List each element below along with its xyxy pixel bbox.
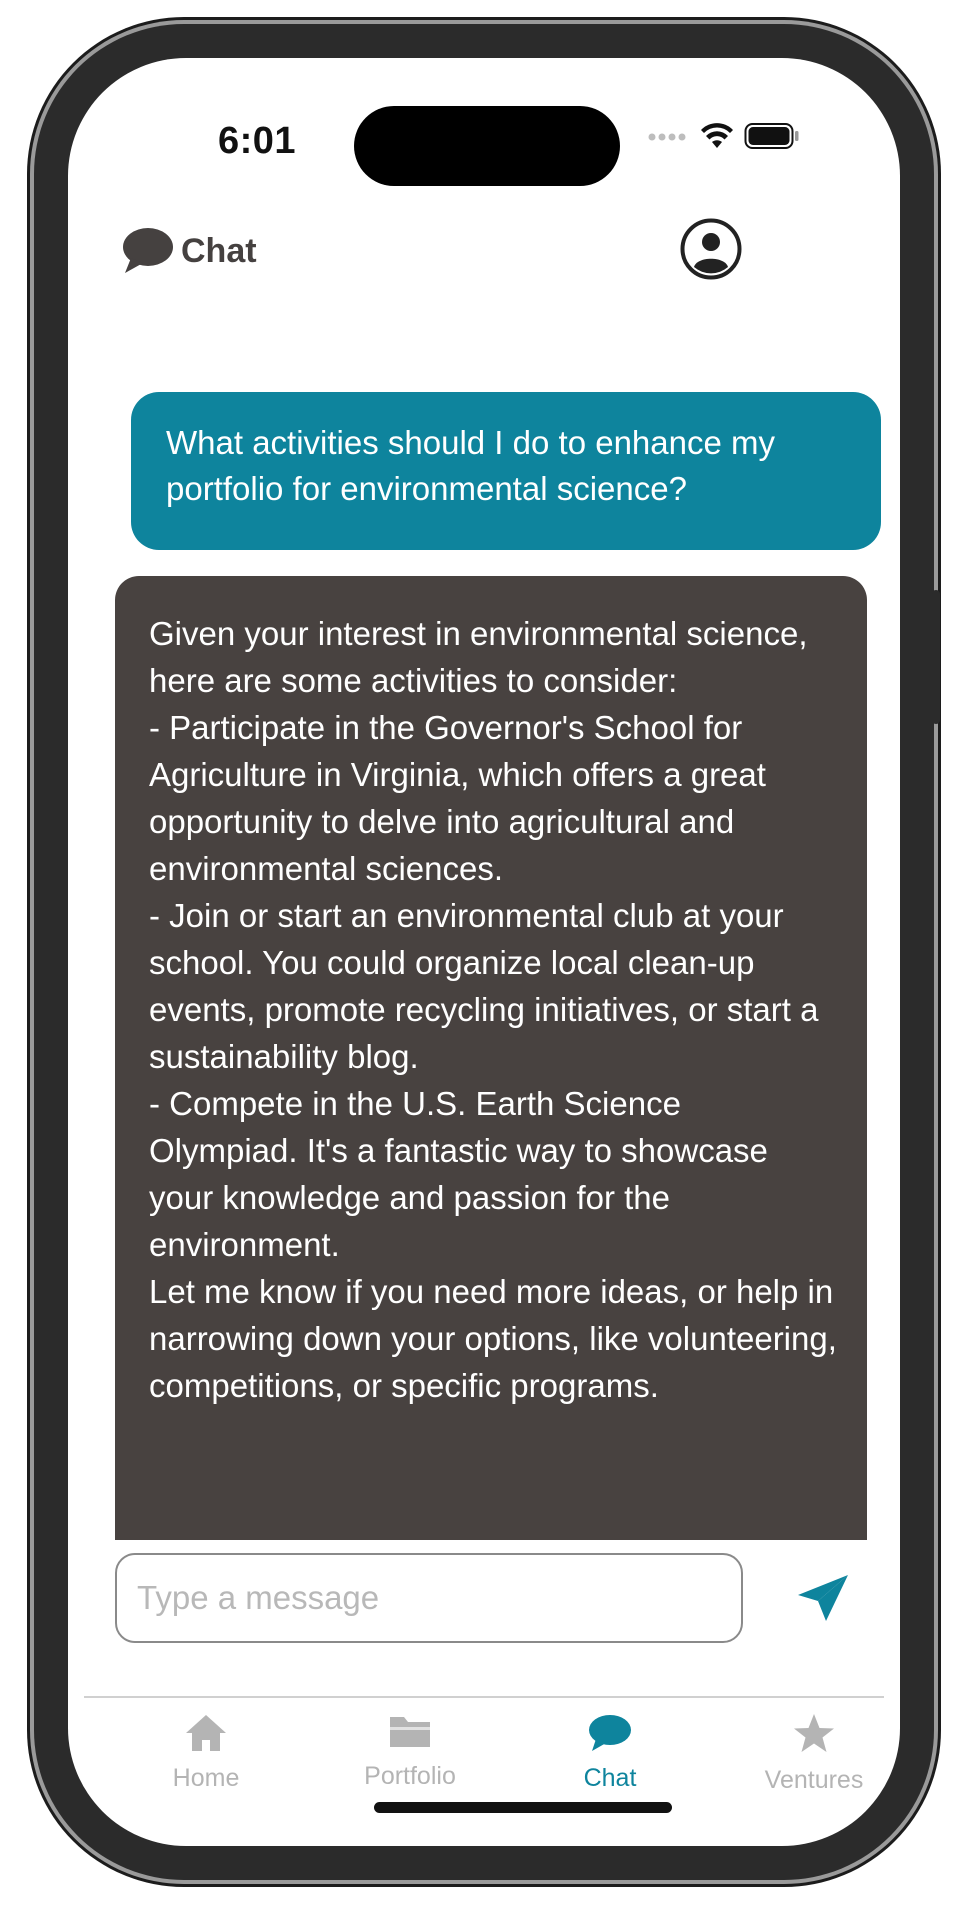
tab-portfolio[interactable]: Portfolio bbox=[320, 1713, 500, 1791]
status-time: 6:01 bbox=[218, 120, 297, 162]
message-input[interactable] bbox=[115, 1553, 743, 1643]
folder-icon bbox=[390, 1717, 430, 1747]
battery-icon bbox=[744, 123, 799, 149]
wifi-icon bbox=[701, 123, 733, 148]
assistant-message-bubble: Given your interest in environmental sci… bbox=[115, 576, 867, 1540]
star-icon bbox=[794, 1714, 834, 1752]
phone-frame: 6:01 Chat What activities should I do to… bbox=[34, 24, 934, 1880]
tab-label-chat: Chat bbox=[583, 1764, 637, 1792]
tab-label-home: Home bbox=[172, 1764, 240, 1792]
send-icon bbox=[798, 1575, 848, 1621]
home-indicator[interactable] bbox=[374, 1802, 672, 1813]
chat-bubble-icon bbox=[123, 228, 173, 273]
tab-label-ventures: Ventures bbox=[764, 1766, 864, 1794]
tab-bar-divider bbox=[84, 1696, 884, 1698]
chat-bubble-icon bbox=[589, 1715, 631, 1751]
dynamic-island bbox=[354, 106, 620, 186]
user-message-bubble: What activities should I do to enhance m… bbox=[131, 392, 881, 550]
cellular-signal-icon bbox=[648, 133, 686, 141]
tab-ventures[interactable]: Ventures bbox=[724, 1713, 900, 1795]
house-icon bbox=[186, 1715, 226, 1751]
tab-chat[interactable]: Chat bbox=[520, 1713, 700, 1793]
app-screen: 6:01 Chat What activities should I do to… bbox=[68, 58, 900, 1846]
tab-label-portfolio: Portfolio bbox=[364, 1762, 456, 1790]
send-button[interactable] bbox=[783, 1558, 863, 1638]
profile-icon[interactable] bbox=[680, 218, 742, 280]
app-header: Chat bbox=[68, 218, 900, 298]
page-title: Chat bbox=[181, 232, 257, 270]
status-icons bbox=[648, 122, 800, 150]
power-button bbox=[932, 590, 940, 724]
tab-home[interactable]: Home bbox=[116, 1713, 296, 1793]
